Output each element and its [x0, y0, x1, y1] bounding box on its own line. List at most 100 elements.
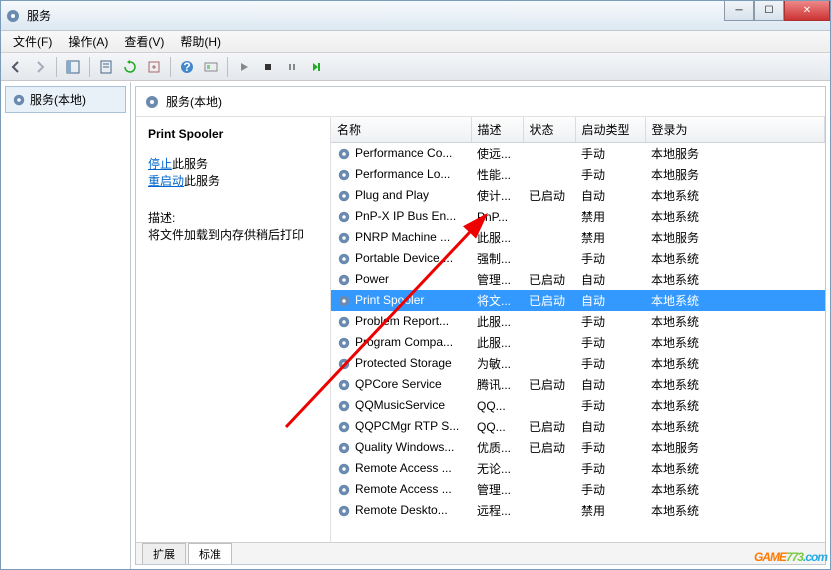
cell-startup: 禁用	[575, 206, 645, 227]
cell-startup: 自动	[575, 374, 645, 395]
toolbar-button[interactable]	[200, 56, 222, 78]
cell-status	[523, 395, 575, 416]
refresh-button[interactable]	[119, 56, 141, 78]
titlebar[interactable]: 服务 ─ ☐ ✕	[1, 1, 830, 31]
cell-name: Remote Access ...	[331, 458, 471, 479]
content-pane: 服务(本地) Print Spooler 停止此服务 重启动此服务 描述: 将文…	[135, 86, 826, 565]
cell-desc: 远程...	[471, 500, 523, 521]
cell-status	[523, 227, 575, 248]
service-row[interactable]: Remote Access ...管理...手动本地系统	[331, 479, 825, 500]
cell-startup: 自动	[575, 185, 645, 206]
cell-logon: 本地服务	[645, 437, 825, 458]
menu-view[interactable]: 查看(V)	[116, 31, 172, 52]
service-row[interactable]: PnP-X IP Bus En...PnP...禁用本地系统	[331, 206, 825, 227]
cell-name: QPCore Service	[331, 374, 471, 395]
cell-name: Power	[331, 269, 471, 290]
tree-pane: 服务(本地)	[1, 82, 131, 569]
service-row[interactable]: Print Spooler将文...已启动自动本地系统	[331, 290, 825, 311]
service-row[interactable]: Quality Windows...优质...已启动手动本地服务	[331, 437, 825, 458]
cell-logon: 本地系统	[645, 479, 825, 500]
cell-startup: 自动	[575, 269, 645, 290]
stop-service-button[interactable]	[257, 56, 279, 78]
cell-status	[523, 248, 575, 269]
cell-logon: 本地系统	[645, 500, 825, 521]
maximize-button[interactable]: ☐	[754, 1, 784, 21]
help-button[interactable]: ?	[176, 56, 198, 78]
col-startup[interactable]: 启动类型	[575, 117, 645, 143]
tab-extended[interactable]: 扩展	[142, 543, 186, 564]
cell-desc: PnP...	[471, 206, 523, 227]
cell-logon: 本地系统	[645, 185, 825, 206]
cell-status	[523, 500, 575, 521]
col-desc[interactable]: 描述	[471, 117, 523, 143]
content-body: Print Spooler 停止此服务 重启动此服务 描述: 将文件加载到内存供…	[136, 117, 825, 542]
cell-status	[523, 143, 575, 165]
cell-desc: 优质...	[471, 437, 523, 458]
service-row[interactable]: PNRP Machine ...此服...禁用本地服务	[331, 227, 825, 248]
menu-help[interactable]: 帮助(H)	[172, 31, 229, 52]
service-row[interactable]: Remote Access ...无论...手动本地系统	[331, 458, 825, 479]
service-row[interactable]: Problem Report...此服...手动本地系统	[331, 311, 825, 332]
show-hide-tree-button[interactable]	[62, 56, 84, 78]
service-row[interactable]: QPCore Service腾讯...已启动自动本地系统	[331, 374, 825, 395]
gear-icon	[144, 94, 160, 110]
cell-status: 已启动	[523, 416, 575, 437]
menu-action[interactable]: 操作(A)	[60, 31, 116, 52]
cell-name: Plug and Play	[331, 185, 471, 206]
close-button[interactable]: ✕	[784, 1, 830, 21]
service-list[interactable]: 名称 描述 状态 启动类型 登录为 Performance Co...使远...…	[331, 117, 825, 542]
service-row[interactable]: Remote Deskto...远程...禁用本地系统	[331, 500, 825, 521]
cell-desc: 腾讯...	[471, 374, 523, 395]
restart-service-line: 重启动此服务	[148, 172, 318, 189]
cell-status: 已启动	[523, 290, 575, 311]
cell-name: QQPCMgr RTP S...	[331, 416, 471, 437]
cell-desc: 使远...	[471, 143, 523, 165]
service-row[interactable]: Program Compa...此服...手动本地系统	[331, 332, 825, 353]
service-table: 名称 描述 状态 启动类型 登录为 Performance Co...使远...…	[331, 117, 825, 521]
service-row[interactable]: Performance Lo...性能...手动本地服务	[331, 164, 825, 185]
menu-file[interactable]: 文件(F)	[5, 31, 60, 52]
export-button[interactable]	[143, 56, 165, 78]
cell-status	[523, 311, 575, 332]
cell-status	[523, 353, 575, 374]
service-row[interactable]: Performance Co...使远...手动本地服务	[331, 143, 825, 165]
separator	[227, 57, 228, 77]
cell-startup: 手动	[575, 311, 645, 332]
cell-desc: 使计...	[471, 185, 523, 206]
cell-name: Program Compa...	[331, 332, 471, 353]
service-row[interactable]: Protected Storage为敏...手动本地系统	[331, 353, 825, 374]
cell-desc: 管理...	[471, 269, 523, 290]
cell-logon: 本地系统	[645, 332, 825, 353]
cell-logon: 本地服务	[645, 227, 825, 248]
service-row[interactable]: Power管理...已启动自动本地系统	[331, 269, 825, 290]
pause-service-button[interactable]	[281, 56, 303, 78]
minimize-button[interactable]: ─	[724, 1, 754, 21]
back-button[interactable]	[5, 56, 27, 78]
separator	[170, 57, 171, 77]
tree-root-services[interactable]: 服务(本地)	[5, 86, 126, 113]
cell-startup: 自动	[575, 416, 645, 437]
cell-desc: QQ...	[471, 395, 523, 416]
service-row[interactable]: QQMusicServiceQQ...手动本地系统	[331, 395, 825, 416]
cell-desc: 强制...	[471, 248, 523, 269]
cell-startup: 自动	[575, 290, 645, 311]
start-service-button[interactable]	[233, 56, 255, 78]
restart-service-button[interactable]	[305, 56, 327, 78]
cell-logon: 本地系统	[645, 395, 825, 416]
restart-link[interactable]: 重启动	[148, 174, 184, 188]
cell-status: 已启动	[523, 374, 575, 395]
forward-button[interactable]	[29, 56, 51, 78]
cell-name: PNRP Machine ...	[331, 227, 471, 248]
properties-button[interactable]	[95, 56, 117, 78]
tab-standard[interactable]: 标准	[188, 543, 232, 564]
service-row[interactable]: Plug and Play使计...已启动自动本地系统	[331, 185, 825, 206]
cell-status	[523, 206, 575, 227]
cell-startup: 手动	[575, 332, 645, 353]
stop-link[interactable]: 停止	[148, 157, 172, 171]
service-row[interactable]: QQPCMgr RTP S...QQ...已启动自动本地系统	[331, 416, 825, 437]
cell-desc: 性能...	[471, 164, 523, 185]
service-row[interactable]: Portable Device ...强制...手动本地系统	[331, 248, 825, 269]
col-logon[interactable]: 登录为	[645, 117, 825, 143]
col-name[interactable]: 名称	[331, 117, 471, 143]
col-status[interactable]: 状态	[523, 117, 575, 143]
